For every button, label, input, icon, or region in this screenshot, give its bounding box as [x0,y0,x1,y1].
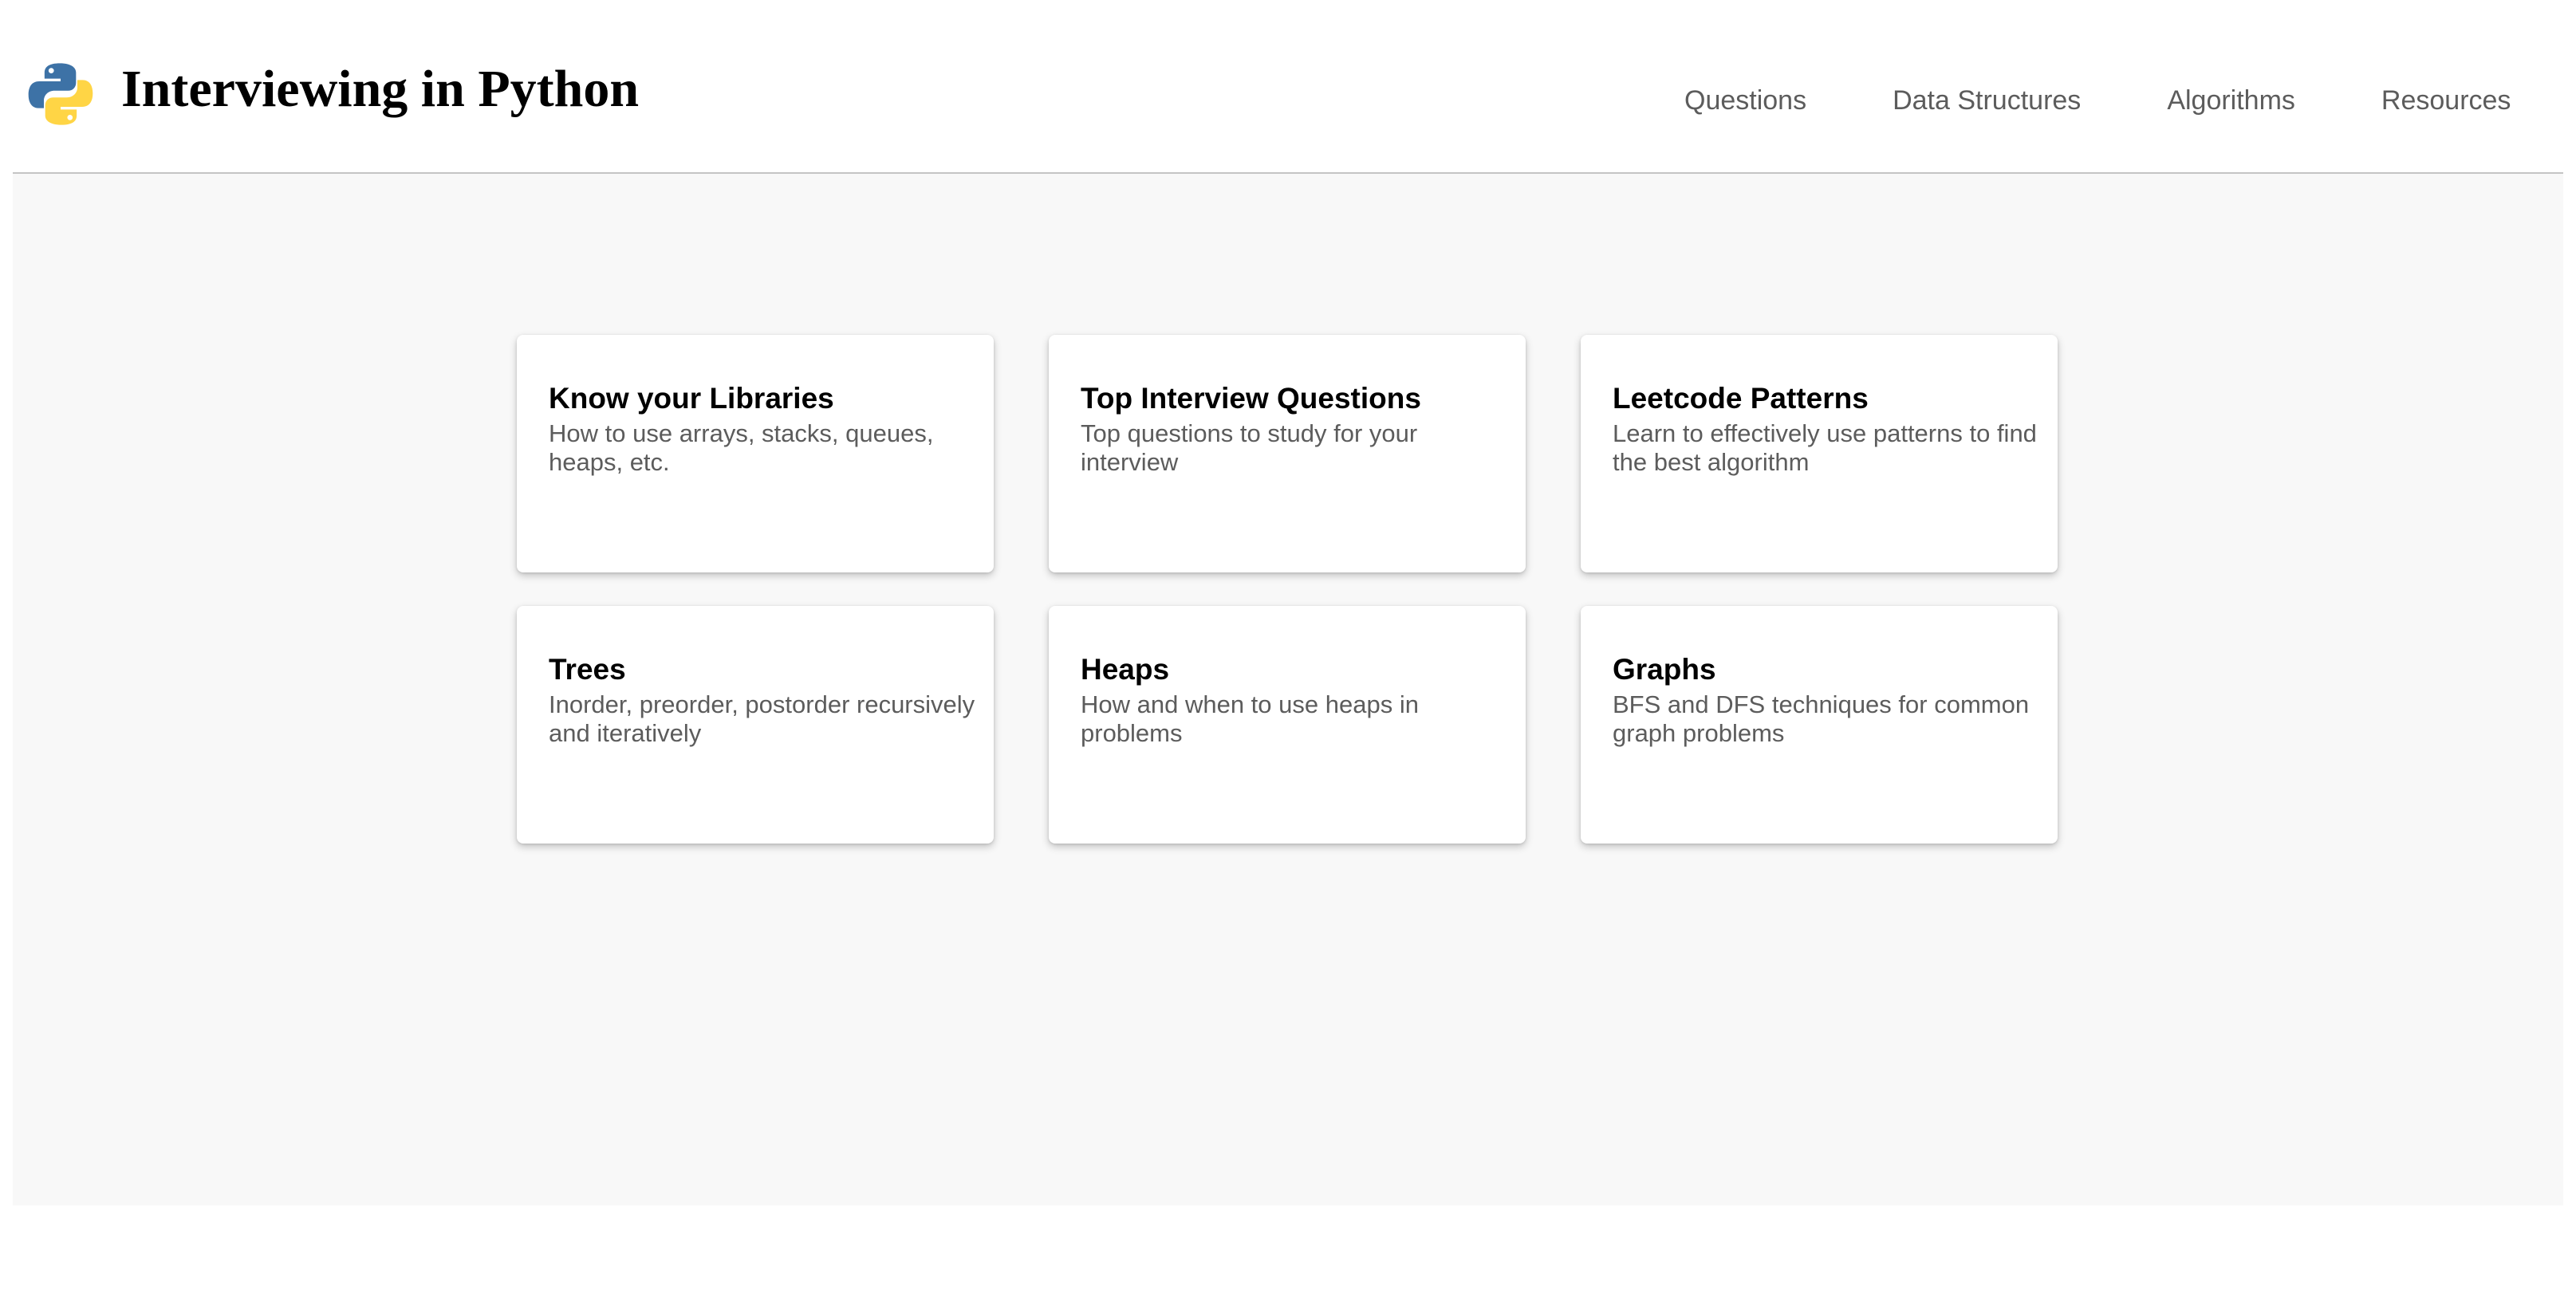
site-title[interactable]: Interviewing in Python [121,57,639,120]
main-nav: Questions Data Structures Algorithms Res… [1684,85,2511,117]
card-title: Heaps [1081,653,1170,686]
card-title: Trees [549,653,626,686]
python-logo-icon[interactable] [27,61,94,128]
site-footer [13,1205,2563,1290]
card-leetcode-patterns[interactable]: Leetcode Patterns Learn to effectively u… [1581,335,2058,572]
card-description: BFS and DFS techniques for common graph … [1613,690,2030,748]
card-description: Inorder, preorder, postorder recursively… [549,690,975,748]
card-graphs[interactable]: Graphs BFS and DFS techniques for common… [1581,606,2058,844]
card-description: Top questions to study for your intervie… [1081,419,1418,477]
nav-link-questions[interactable]: Questions [1684,85,1806,117]
site-header: Interviewing in Python Questions Data St… [13,11,2563,174]
card-description: How and when to use heaps in problems [1081,690,1419,748]
card-know-your-libraries[interactable]: Know your Libraries How to use arrays, s… [517,335,994,572]
card-description: How to use arrays, stacks, queues, heaps… [549,419,934,477]
card-title: Leetcode Patterns [1613,382,1869,415]
nav-link-algorithms[interactable]: Algorithms [2167,85,2295,117]
card-description: Learn to effectively use patterns to fin… [1613,419,2037,477]
nav-link-data-structures[interactable]: Data Structures [1893,85,2081,117]
card-title: Know your Libraries [549,382,834,415]
card-trees[interactable]: Trees Inorder, preorder, postorder recur… [517,606,994,844]
card-heaps[interactable]: Heaps How and when to use heaps in probl… [1049,606,1526,844]
page: Interviewing in Python Questions Data St… [13,0,2563,1290]
main-content: Know your Libraries How to use arrays, s… [13,174,2563,1205]
card-top-interview-questions[interactable]: Top Interview Questions Top questions to… [1049,335,1526,572]
nav-link-resources[interactable]: Resources [2381,85,2511,117]
card-title: Graphs [1613,653,1716,686]
card-title: Top Interview Questions [1081,382,1421,415]
